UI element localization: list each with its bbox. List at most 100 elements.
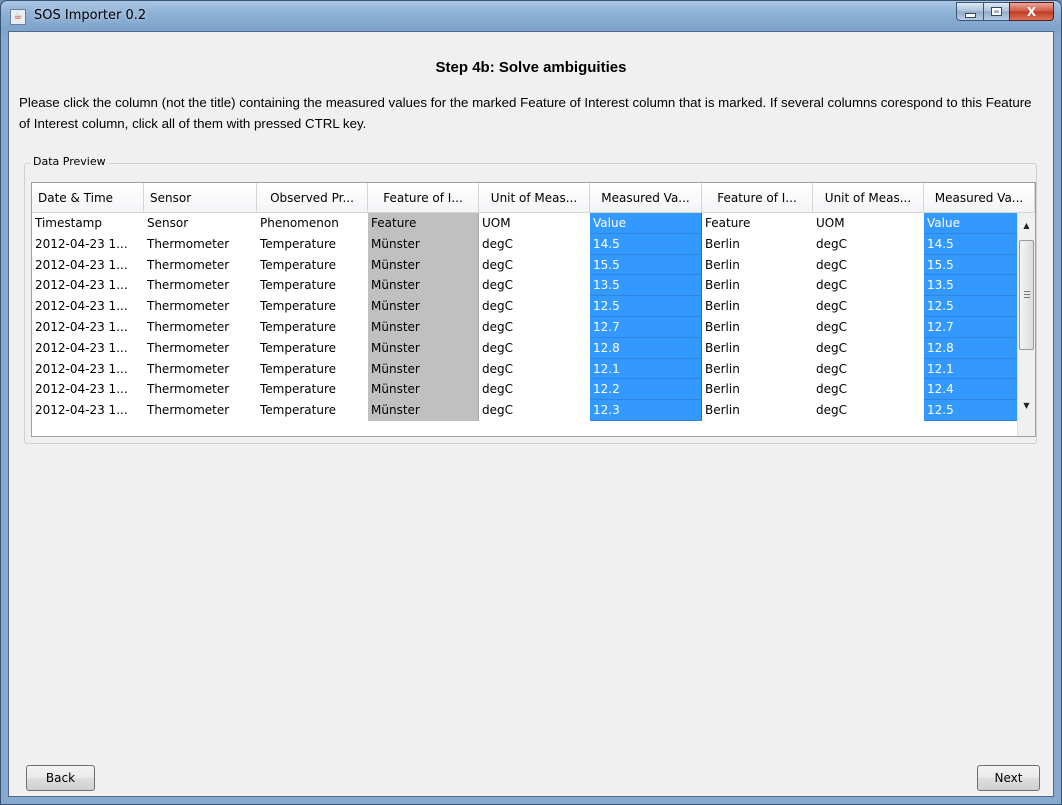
- vertical-scrollbar[interactable]: ▲ ▼: [1017, 213, 1035, 436]
- table-cell[interactable]: Berlin: [702, 400, 813, 421]
- table-cell[interactable]: Thermometer: [144, 379, 257, 400]
- table-cell[interactable]: UOM: [479, 213, 590, 234]
- table-cell[interactable]: Thermometer: [144, 275, 257, 296]
- table-cell[interactable]: Thermometer: [144, 255, 257, 276]
- table-cell[interactable]: Temperature: [257, 296, 368, 317]
- table-cell[interactable]: degC: [813, 379, 924, 400]
- table-cell[interactable]: 12.5: [590, 296, 702, 317]
- table-cell[interactable]: Temperature: [257, 255, 368, 276]
- table-cell[interactable]: 12.8: [590, 337, 702, 359]
- table-cell[interactable]: Münster: [368, 275, 479, 297]
- table-cell[interactable]: UOM: [813, 213, 924, 234]
- table-cell[interactable]: Berlin: [702, 379, 813, 400]
- column-header[interactable]: Measured Va...: [924, 183, 1035, 213]
- close-button[interactable]: X: [1009, 2, 1054, 21]
- table-cell[interactable]: degC: [813, 400, 924, 421]
- table-cell[interactable]: Münster: [368, 358, 479, 380]
- table-cell[interactable]: degC: [479, 275, 590, 296]
- table-cell[interactable]: Berlin: [702, 275, 813, 296]
- scroll-up-arrow-icon[interactable]: ▲: [1018, 217, 1035, 234]
- table-cell[interactable]: Thermometer: [144, 296, 257, 317]
- table-cell[interactable]: degC: [479, 296, 590, 317]
- table-cell[interactable]: Feature: [368, 213, 479, 234]
- table-cell[interactable]: degC: [813, 317, 924, 338]
- table-cell[interactable]: Berlin: [702, 234, 813, 255]
- table-cell[interactable]: degC: [479, 317, 590, 338]
- table-cell[interactable]: Temperature: [257, 275, 368, 296]
- column-header[interactable]: Unit of Meas...: [479, 183, 590, 213]
- table-cell[interactable]: 14.5: [590, 233, 702, 255]
- table-cell[interactable]: degC: [479, 400, 590, 421]
- table-cell[interactable]: 2012-04-23 1...: [32, 359, 144, 380]
- table-cell[interactable]: degC: [813, 296, 924, 317]
- table-cell[interactable]: 2012-04-23 1...: [32, 338, 144, 359]
- table-cell[interactable]: Temperature: [257, 400, 368, 421]
- table-cell[interactable]: degC: [479, 234, 590, 255]
- table-cell[interactable]: Berlin: [702, 296, 813, 317]
- table-cell[interactable]: degC: [813, 255, 924, 276]
- table-cell[interactable]: 12.7: [590, 316, 702, 338]
- table-cell[interactable]: degC: [479, 338, 590, 359]
- table-cell[interactable]: Thermometer: [144, 338, 257, 359]
- maximize-button[interactable]: [983, 2, 1009, 21]
- table-cell[interactable]: 2012-04-23 1...: [32, 255, 144, 276]
- table-cell[interactable]: Temperature: [257, 234, 368, 255]
- column-header[interactable]: Measured Va...: [590, 183, 702, 213]
- table-cell[interactable]: degC: [813, 359, 924, 380]
- minimize-button[interactable]: [956, 2, 983, 21]
- table-cell[interactable]: degC: [479, 255, 590, 276]
- table-cell[interactable]: degC: [813, 338, 924, 359]
- next-button[interactable]: Next: [977, 765, 1040, 791]
- table-cell[interactable]: Phenomenon: [257, 213, 368, 234]
- table-cell[interactable]: 2012-04-23 1...: [32, 296, 144, 317]
- table-cell[interactable]: 12.1: [590, 358, 702, 380]
- table-cell[interactable]: 2012-04-23 1...: [32, 379, 144, 400]
- table-cell[interactable]: 13.5: [590, 275, 702, 297]
- table-cell[interactable]: Münster: [368, 337, 479, 359]
- table-cell[interactable]: 2012-04-23 1...: [32, 275, 144, 296]
- table-cell[interactable]: degC: [813, 234, 924, 255]
- table-cell[interactable]: 2012-04-23 1...: [32, 400, 144, 421]
- table-cell[interactable]: 12.2: [590, 379, 702, 401]
- scroll-down-arrow-icon[interactable]: ▼: [1018, 397, 1035, 414]
- table-cell[interactable]: Berlin: [702, 255, 813, 276]
- table-cell[interactable]: Temperature: [257, 317, 368, 338]
- table-cell[interactable]: Münster: [368, 254, 479, 276]
- table-cell[interactable]: Münster: [368, 316, 479, 338]
- table-cell[interactable]: Timestamp: [32, 213, 144, 234]
- scrollbar-thumb[interactable]: [1019, 240, 1034, 350]
- table-cell[interactable]: degC: [479, 359, 590, 380]
- table-cell[interactable]: Temperature: [257, 359, 368, 380]
- table-cell[interactable]: degC: [813, 275, 924, 296]
- table-cell[interactable]: Münster: [368, 400, 479, 421]
- table-cell[interactable]: Berlin: [702, 338, 813, 359]
- table-cell[interactable]: degC: [479, 379, 590, 400]
- table-cell[interactable]: Thermometer: [144, 359, 257, 380]
- column-header[interactable]: Date & Time: [32, 183, 144, 213]
- column-header[interactable]: Observed Pr...: [257, 183, 368, 213]
- table-cell[interactable]: Feature: [702, 213, 813, 234]
- table-cell[interactable]: Sensor: [144, 213, 257, 234]
- table-cell[interactable]: 2012-04-23 1...: [32, 317, 144, 338]
- table-cell[interactable]: Thermometer: [144, 400, 257, 421]
- table-cell[interactable]: 15.5: [590, 254, 702, 276]
- table-cell[interactable]: Temperature: [257, 338, 368, 359]
- table-cell[interactable]: Thermometer: [144, 234, 257, 255]
- table-cell[interactable]: Münster: [368, 296, 479, 317]
- table-cell[interactable]: 2012-04-23 1...: [32, 234, 144, 255]
- table-cell[interactable]: Münster: [368, 233, 479, 255]
- title-bar[interactable]: ☕ SOS Importer 0.2 X: [1, 1, 1061, 31]
- table-cell[interactable]: Berlin: [702, 359, 813, 380]
- back-button[interactable]: Back: [26, 765, 95, 791]
- table-cell[interactable]: Münster: [368, 379, 479, 401]
- table-cell[interactable]: 12.3: [590, 400, 702, 421]
- table-cell[interactable]: Temperature: [257, 379, 368, 400]
- column-header[interactable]: Feature of I...: [702, 183, 813, 213]
- table-cell[interactable]: Value: [590, 213, 702, 234]
- table-cell[interactable]: Berlin: [702, 317, 813, 338]
- column-header[interactable]: Unit of Meas...: [813, 183, 924, 213]
- table-cell[interactable]: Thermometer: [144, 317, 257, 338]
- column-header[interactable]: Sensor: [144, 183, 257, 213]
- column-header[interactable]: Feature of I...: [368, 183, 479, 213]
- table-row: 2012-04-23 1... Thermometer Temperature Mün…: [32, 337, 1035, 359]
